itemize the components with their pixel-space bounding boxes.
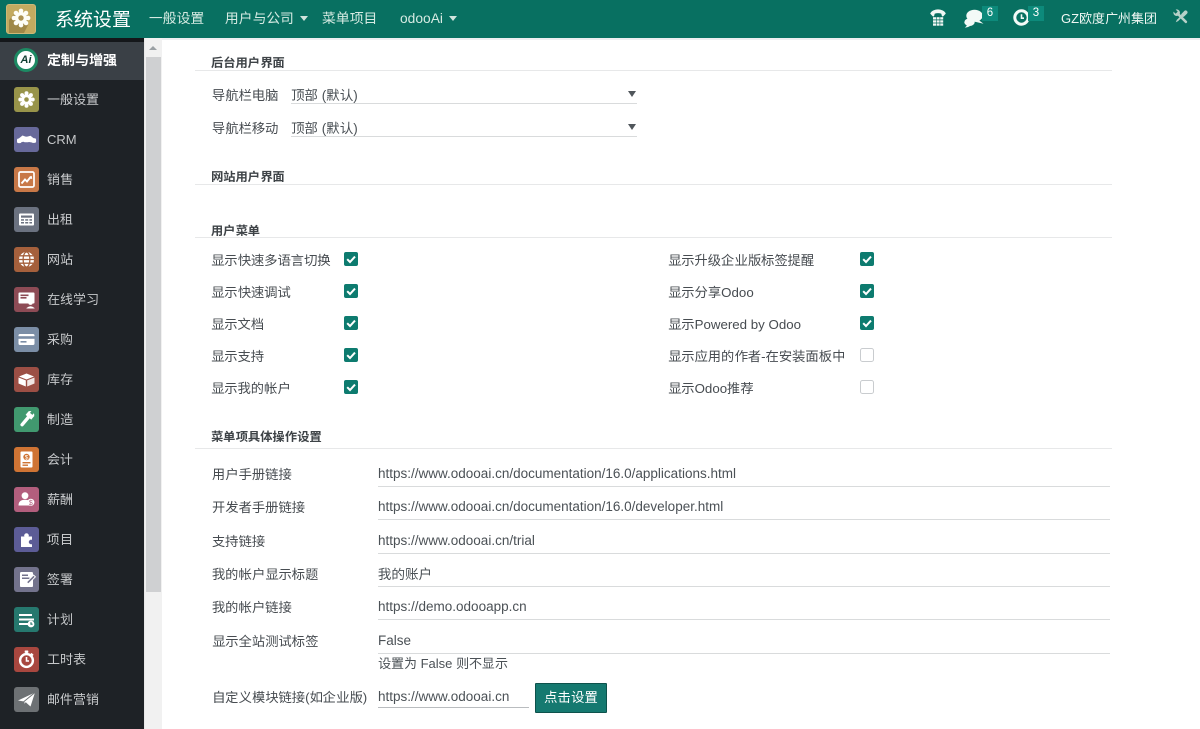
- svg-text:$: $: [29, 500, 33, 507]
- svg-text:$: $: [25, 454, 29, 461]
